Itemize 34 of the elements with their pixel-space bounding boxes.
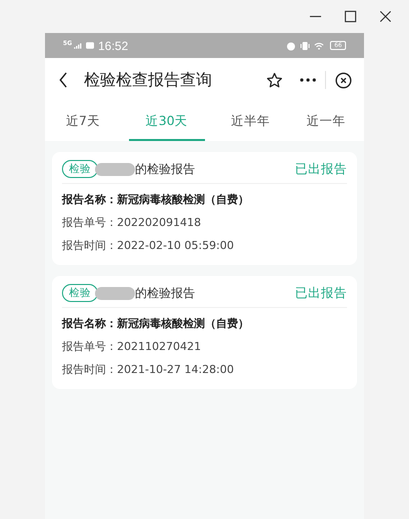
field-label: 报告单号：	[62, 215, 117, 230]
field-label: 报告单号：	[62, 339, 117, 354]
wifi-icon	[314, 40, 324, 50]
field-label: 报告名称：	[62, 192, 117, 207]
report-status: 已出报告	[295, 160, 347, 178]
field-value: 2022-02-10 05:59:00	[117, 239, 234, 252]
tab[interactable]: 近一年	[288, 102, 364, 141]
report-status: 已出报告	[295, 284, 347, 302]
field-value: 新冠病毒核酸检测（自费）	[117, 316, 249, 331]
status-time: 16:52	[98, 38, 128, 52]
tab[interactable]: 近7天	[45, 102, 121, 141]
field-label: 报告时间：	[62, 362, 117, 377]
field-value: 202110270421	[117, 340, 201, 353]
field-value: 新冠病毒核酸检测（自费）	[117, 192, 249, 207]
close-icon[interactable]	[379, 10, 392, 23]
report-card[interactable]: 检验 的检验报告 已出报告 报告名称：新冠病毒核酸检测（自费） 报告单号：202110270421 报告时间：2021-10-27 14:28:00	[52, 276, 357, 389]
page-title: 检验检查报告查询	[84, 70, 212, 90]
maximize-icon[interactable]	[344, 10, 357, 23]
tab[interactable]: 近半年	[212, 102, 288, 141]
back-icon[interactable]	[59, 72, 68, 88]
redaction-mark	[95, 286, 135, 300]
signal-icon	[74, 42, 82, 48]
redaction-mark	[95, 162, 135, 176]
star-icon[interactable]	[266, 72, 283, 88]
field-value: 202202091418	[117, 216, 201, 229]
vibrate-icon	[300, 40, 310, 50]
more-icon[interactable]	[300, 78, 316, 82]
report-owner: 的检验报告	[135, 284, 195, 302]
field-value: 2021-10-27 14:28:00	[117, 363, 234, 376]
report-owner: 的检验报告	[135, 160, 195, 178]
field-label: 报告名称：	[62, 316, 117, 331]
field-label: 报告时间：	[62, 238, 117, 253]
report-card[interactable]: 检验 的检验报告 已出报告 报告名称：新冠病毒核酸检测（自费） 报告单号：202202091418 报告时间：2022-02-10 05:59:00	[52, 152, 357, 265]
close-icon[interactable]	[335, 72, 352, 88]
